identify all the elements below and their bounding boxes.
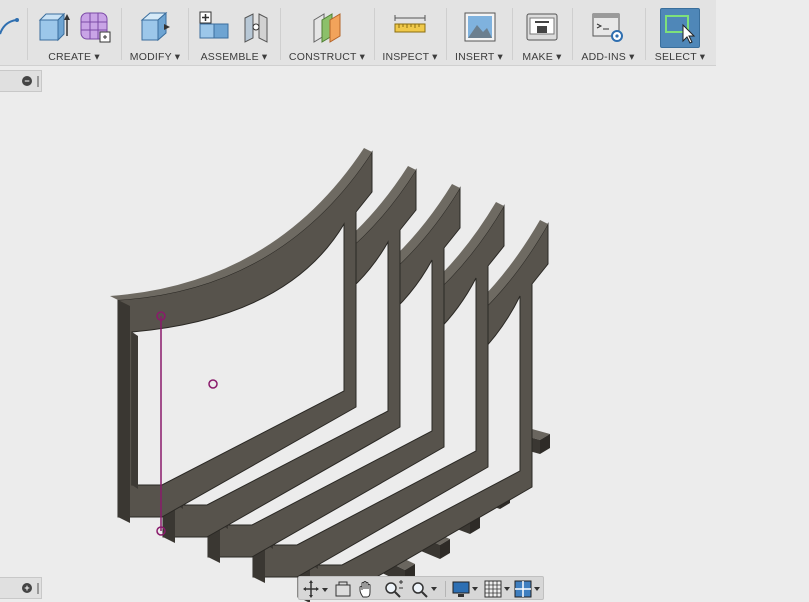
form-sphere-icon (80, 12, 111, 43)
addins-menu[interactable]: ADD-INS ▾ (575, 0, 641, 66)
modify-label: MODIFY ▾ (129, 51, 181, 63)
insert-label: INSERT ▾ (455, 51, 503, 63)
create-label: CREATE ▾ (48, 51, 100, 63)
modify-menu[interactable]: MODIFY ▾ (124, 0, 186, 66)
make-menu[interactable]: MAKE ▾ (515, 0, 569, 66)
extrude-box-icon (38, 12, 70, 42)
main-toolbar: CREATE ▾ MODIFY ▾ ASSEMBLE ▾ CONSTRUCT ▾… (0, 0, 716, 66)
sketch-curve-icon (0, 18, 19, 35)
comments-panel-collapsed[interactable]: + (0, 577, 42, 599)
offset-plane-icon (313, 13, 341, 43)
expand-icon[interactable]: + (22, 583, 32, 593)
new-component-icon (199, 11, 229, 39)
frame-edge[interactable] (118, 300, 130, 523)
sketch-tool[interactable] (0, 0, 24, 66)
zoom-icon[interactable] (383, 579, 405, 599)
toolbar-separator (27, 8, 28, 60)
inspect-menu[interactable]: INSPECT ▾ (377, 0, 443, 66)
inspect-label: INSPECT ▾ (382, 51, 438, 63)
select-active-button[interactable] (660, 8, 700, 48)
fusion-window: CREATE ▾ MODIFY ▾ ASSEMBLE ▾ CONSTRUCT ▾… (0, 0, 809, 602)
construct-menu[interactable]: CONSTRUCT ▾ (283, 0, 371, 66)
construct-label: CONSTRUCT ▾ (288, 51, 366, 63)
fit-zoom-icon[interactable] (409, 579, 439, 599)
3d-viewport[interactable] (0, 66, 809, 602)
toolbar-separator (280, 8, 281, 60)
panel-grip-icon[interactable] (37, 583, 39, 594)
toolbar-separator (572, 8, 573, 60)
create-menu[interactable]: CREATE ▾ (30, 0, 118, 66)
addins-label: ADD-INS ▾ (581, 51, 635, 63)
select-menu[interactable]: SELECT ▾ (648, 0, 712, 66)
grid-icon[interactable] (483, 579, 513, 599)
measure-ruler-icon (394, 15, 426, 33)
chair-frame-model[interactable] (110, 148, 550, 602)
toolbar-separator (446, 8, 447, 60)
assemble-menu[interactable]: ASSEMBLE ▾ (191, 0, 277, 66)
nav-separator (445, 581, 446, 597)
frame-cutout-edge[interactable] (132, 332, 138, 489)
navigation-toolbar (298, 576, 544, 600)
select-cursor-icon (665, 15, 696, 44)
toolbar-separator (645, 8, 646, 60)
display-settings-icon[interactable] (451, 579, 481, 599)
insert-image-icon (464, 12, 496, 42)
toolbar-separator (188, 8, 189, 60)
toolbar-separator (374, 8, 375, 60)
select-label: SELECT ▾ (654, 51, 706, 63)
press-pull-icon (140, 11, 170, 42)
look-at-icon[interactable] (333, 579, 353, 599)
assemble-label: ASSEMBLE ▾ (200, 51, 268, 63)
toolbar-separator (512, 8, 513, 60)
scripts-gear-icon (592, 13, 623, 42)
viewports-icon[interactable] (513, 579, 543, 599)
3d-print-icon (526, 13, 558, 41)
insert-menu[interactable]: INSERT ▾ (449, 0, 509, 66)
orbit-icon[interactable] (303, 579, 329, 599)
make-label: MAKE ▾ (522, 51, 562, 63)
pan-hand-icon[interactable] (357, 579, 377, 599)
joint-icon (244, 13, 268, 43)
toolbar-separator (121, 8, 122, 60)
